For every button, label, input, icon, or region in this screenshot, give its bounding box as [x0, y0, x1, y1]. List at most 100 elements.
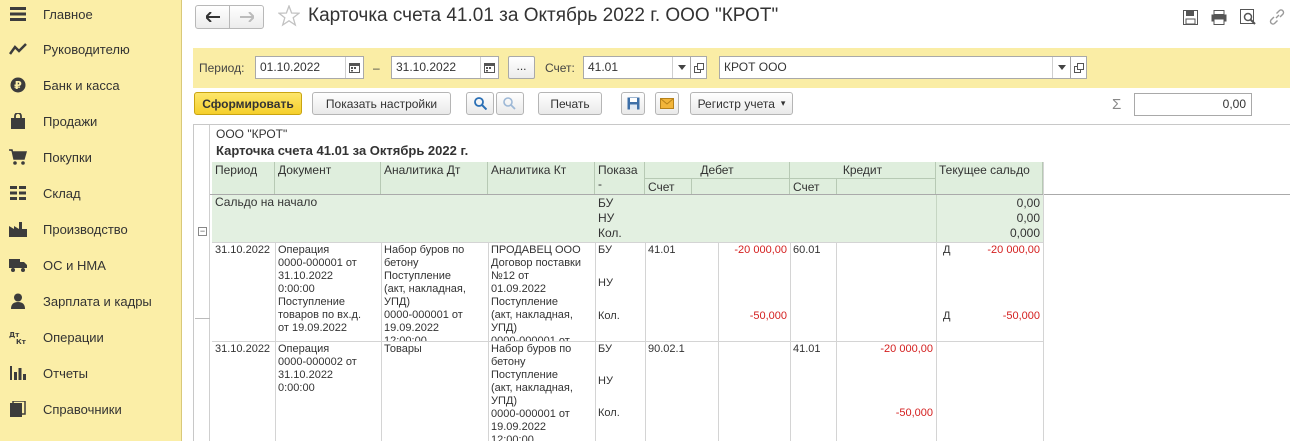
sidebar-item-salary[interactable]: Зарплата и кадры [0, 283, 181, 319]
row2-analytics-kt: Набор буров по бетону Поступление (акт, … [491, 343, 573, 441]
row1-analytics-kt: ПРОДАВЕЦ ООО Договор поставки №12 от 01.… [491, 244, 581, 341]
preview-icon[interactable] [1239, 8, 1257, 26]
search-button[interactable] [466, 92, 494, 115]
period-select-button[interactable]: ... [508, 56, 535, 79]
row1-credit-account: 60.01 [793, 244, 821, 256]
sidebar-item-warehouse[interactable]: Склад [0, 175, 181, 211]
sidebar-item-label: Главное [43, 6, 93, 22]
sidebar-item-purchases[interactable]: Покупки [0, 139, 181, 175]
account-field[interactable]: 41.01 [583, 56, 691, 79]
forward-button[interactable] [229, 5, 264, 29]
sidebar-item-label: Продажи [43, 113, 98, 129]
account-value: 41.01 [588, 60, 619, 74]
date-from-field[interactable]: 01.10.2022 [255, 56, 364, 79]
search-clear-icon [503, 97, 516, 110]
account-label: Счет: [545, 61, 575, 75]
row1-balance-qty-side: Д [943, 310, 951, 322]
calendar-icon[interactable] [480, 57, 498, 78]
generate-button[interactable]: Сформировать [194, 92, 302, 115]
print-button[interactable]: Печать [538, 92, 602, 115]
row2-indicator-bu: БУ [598, 343, 612, 355]
calendar-icon[interactable] [345, 57, 363, 78]
arrow-left-icon [205, 12, 220, 22]
save-icon [627, 97, 639, 110]
report-spreadsheet[interactable]: − ООО "КРОТ" Карточка счета 41.01 за Окт… [193, 124, 1290, 441]
sidebar-item-operations[interactable]: Дт Кт Операции [0, 319, 181, 355]
row1-balance-sum: -20 000,00 [987, 244, 1040, 256]
sidebar-item-label: Банк и касса [43, 77, 120, 93]
period-dash: – [373, 61, 380, 75]
sidebar-item-production[interactable]: Производство [0, 211, 181, 247]
search-clear-button[interactable] [496, 92, 524, 115]
sidebar-item-label: Производство [43, 221, 128, 237]
opening-balance-values: 0,00 0,00 0,000 [936, 195, 1043, 242]
collapse-group-icon[interactable]: − [198, 227, 207, 236]
header-current-balance: Текущее сальдо [936, 162, 1043, 195]
sidebar-item-reports[interactable]: Отчеты [0, 355, 181, 391]
sidebar-item-assets[interactable]: ОС и НМА [0, 247, 181, 283]
column-divider [718, 242, 719, 441]
chevron-down-icon[interactable] [1052, 57, 1070, 78]
link-icon[interactable] [1268, 8, 1286, 26]
sidebar-item-manager[interactable]: Руководителю [0, 31, 181, 67]
email-button[interactable] [655, 92, 679, 115]
accounting-register-button[interactable]: Регистр учета ▾ [690, 92, 793, 115]
date-from-value: 01.10.2022 [260, 60, 321, 74]
svg-text:₽: ₽ [14, 79, 22, 92]
person-icon [9, 292, 27, 310]
row1-analytics-dt: Набор буров по бетону Поступление (акт, … [384, 244, 466, 341]
row1-balance-qty: -50,000 [1002, 310, 1040, 322]
opening-balance-label: Сальдо на начало [212, 195, 595, 242]
row2-credit-qty: -50,000 [895, 407, 933, 419]
command-bar: Сформировать Показать настройки Печать Р… [183, 90, 1290, 120]
header-analytics-kt: Аналитика Кт [488, 162, 595, 195]
dt-kt-icon: Дт Кт [9, 328, 27, 346]
sidebar-item-directories[interactable]: Справочники [0, 391, 181, 427]
header-debit-account: Счет [645, 179, 790, 195]
sidebar-item-bank[interactable]: ₽ Банк и касса [0, 67, 181, 103]
row2-debit-account: 90.02.1 [648, 343, 685, 355]
print-icon[interactable] [1210, 8, 1228, 26]
header-period: Период [212, 162, 275, 195]
balance-divider [936, 195, 937, 242]
row1-document[interactable]: Операция 0000-000001 от 31.10.2022 0:00:… [275, 243, 381, 341]
ruble-icon: ₽ [9, 76, 27, 94]
chevron-down-icon[interactable] [672, 57, 690, 78]
row1-indicator-qty: Кол. [598, 310, 620, 322]
organization-field[interactable]: КРОТ ООО [719, 56, 1071, 79]
open-organization-icon[interactable] [1070, 56, 1087, 79]
sidebar-item-label: Руководителю [43, 41, 130, 57]
sidebar-item-label: ОС и НМА [43, 257, 106, 273]
row1-period: 31.10.2022 [215, 244, 271, 256]
truck-icon [9, 256, 27, 274]
row2-credit-sum: -20 000,00 [880, 343, 933, 355]
show-settings-button[interactable]: Показать настройки [312, 92, 451, 115]
sum-field: 0,00 [1134, 93, 1252, 116]
sidebar-item-main[interactable]: Главное [0, 0, 181, 32]
title-bar: Карточка счета 41.01 за Октябрь 2022 г. … [183, 0, 1290, 42]
column-divider [1043, 162, 1044, 441]
save-icon[interactable] [1181, 8, 1199, 26]
row2-document[interactable]: Операция 0000-000002 от 31.10.2022 0:00:… [275, 342, 381, 441]
back-button[interactable] [195, 5, 230, 29]
row2-analytics-dt: Товары [384, 343, 422, 355]
header-document: Документ [275, 162, 381, 195]
bar-chart-icon [9, 364, 27, 382]
page-title: Карточка счета 41.01 за Октябрь 2022 г. … [308, 5, 779, 26]
header-indicator: Показа - [595, 162, 645, 195]
grouping-gutter [194, 125, 210, 441]
row1-debit-account: 41.01 [648, 244, 676, 256]
menu-icon [9, 5, 27, 23]
row1-indicator-bu: БУ [598, 244, 612, 256]
shopping-bag-icon [9, 112, 27, 130]
date-to-field[interactable]: 31.10.2022 [391, 56, 499, 79]
favorite-star-icon[interactable] [277, 4, 301, 27]
header-credit: Кредит [790, 162, 936, 179]
save-button[interactable] [621, 92, 645, 115]
sidebar-item-sales[interactable]: Продажи [0, 103, 181, 139]
organization-value: КРОТ ООО [724, 60, 787, 74]
warehouse-icon [9, 184, 27, 202]
open-account-icon[interactable] [690, 56, 707, 79]
header-divider [691, 179, 692, 195]
group-divider [195, 318, 210, 319]
